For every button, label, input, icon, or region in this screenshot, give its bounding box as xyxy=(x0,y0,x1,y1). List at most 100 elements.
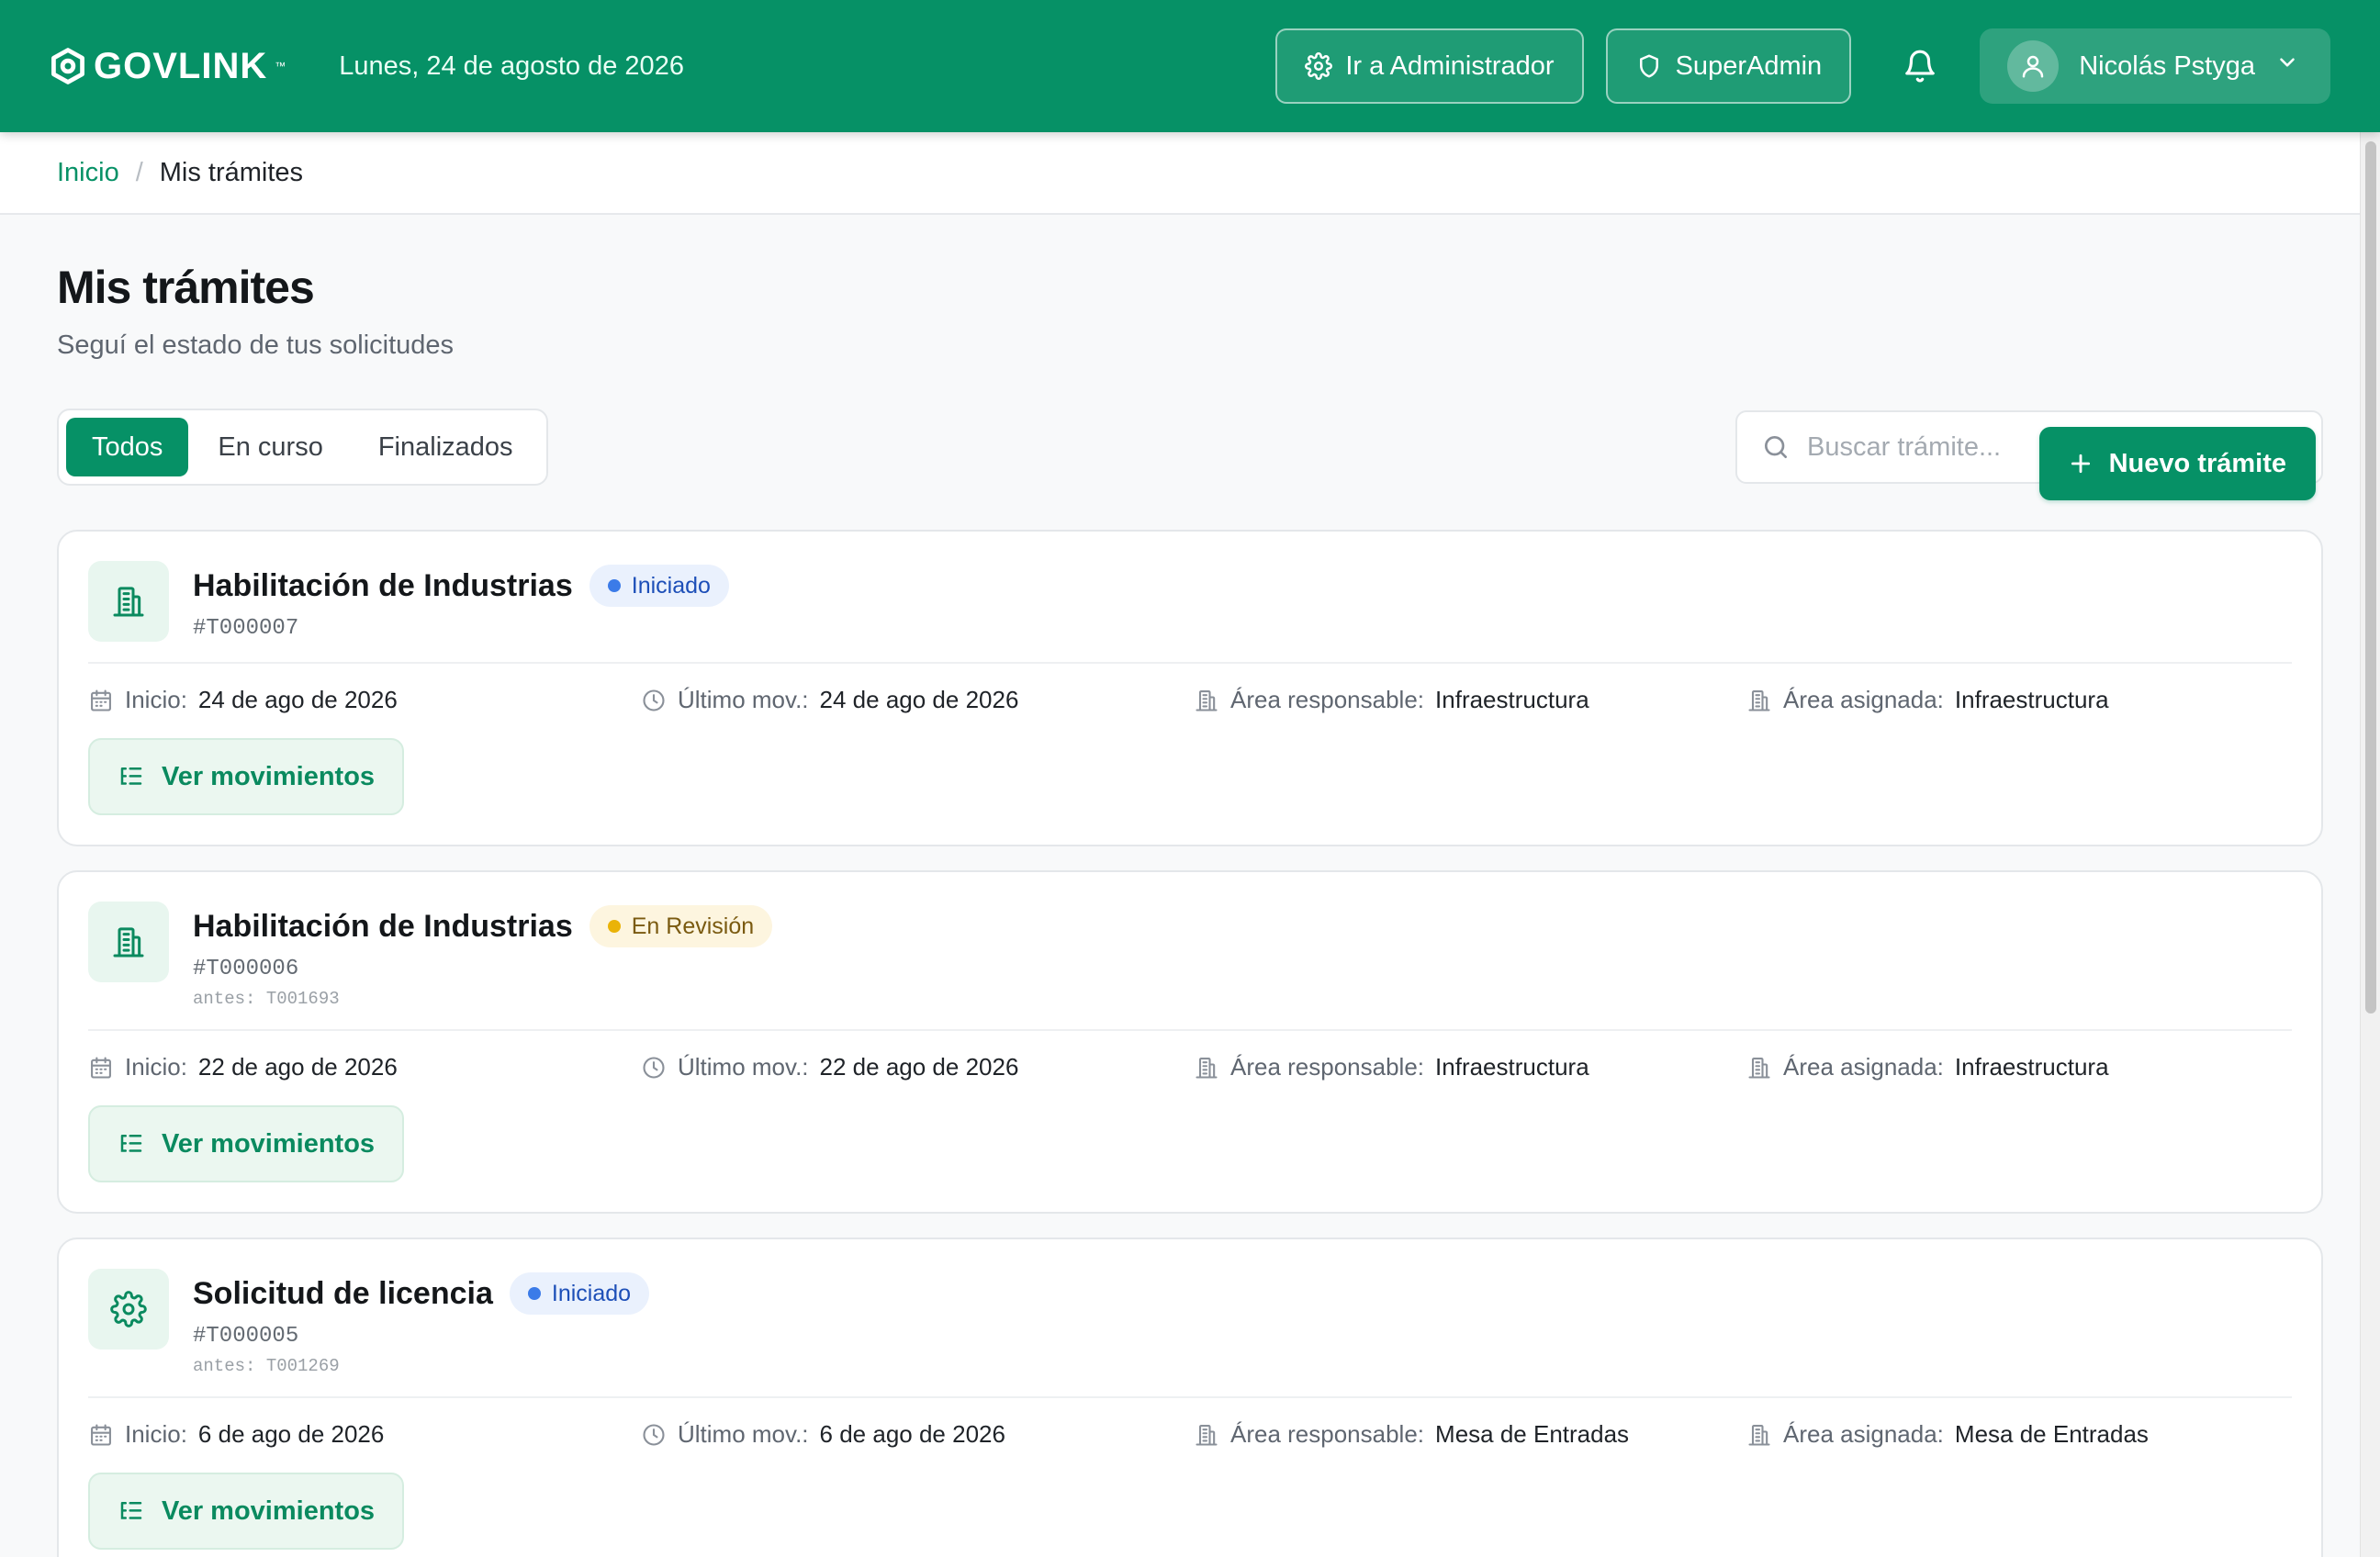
superadmin-button[interactable]: SuperAdmin xyxy=(1605,28,1852,104)
meta-inicio: Inicio: 22 de ago de 2026 xyxy=(88,1053,641,1081)
breadcrumb-current: Mis trámites xyxy=(159,157,304,187)
ver-movimientos-label: Ver movimientos xyxy=(161,1495,376,1526)
filter-bar: Todos En curso Finalizados xyxy=(57,409,2323,486)
meta-inicio-value: 22 de ago de 2026 xyxy=(197,1053,398,1081)
tramite-title[interactable]: Habilitación de Industrias xyxy=(193,568,573,604)
calendar-icon xyxy=(91,689,111,711)
meta-inicio-label: Inicio: xyxy=(125,686,187,713)
clock-icon xyxy=(643,1056,665,1079)
ver-movimientos-button[interactable]: Ver movimientos xyxy=(88,1105,404,1182)
breadcrumb-separator: / xyxy=(135,157,143,187)
hexagon-logo-icon xyxy=(51,48,84,84)
page-scrollbar[interactable] xyxy=(2360,132,2380,1557)
status-tabs: Todos En curso Finalizados xyxy=(57,409,548,486)
meta-area-responsable-label: Área responsable: xyxy=(1230,1420,1425,1448)
brand-name: GOVLINK xyxy=(94,45,268,86)
meta-inicio-label: Inicio: xyxy=(125,1053,187,1081)
calendar-icon xyxy=(91,1056,111,1079)
ver-movimientos-button[interactable]: Ver movimientos xyxy=(88,738,404,815)
meta-inicio: Inicio: 6 de ago de 2026 xyxy=(88,1420,641,1449)
meta-area-asignada-label: Área asignada: xyxy=(1783,1420,1944,1448)
meta-area-responsable: Área responsable: Infraestructura xyxy=(1194,1053,1746,1081)
new-tramite-label: Nuevo trámite xyxy=(2108,448,2286,478)
user-menu[interactable]: Nicolás Pstyga xyxy=(1980,28,2330,104)
status-dot xyxy=(607,920,621,933)
building-icon xyxy=(88,902,169,982)
building-icon xyxy=(1748,1057,1770,1079)
search-icon xyxy=(1765,436,1787,458)
building-icon xyxy=(1196,1057,1218,1079)
meta-ultimo-value: 24 de ago de 2026 xyxy=(819,686,1019,713)
brand-trademark: ™ xyxy=(275,60,286,73)
meta-inicio: Inicio: 24 de ago de 2026 xyxy=(88,686,641,714)
tramite-code: #T000006 xyxy=(193,957,299,981)
bell-icon xyxy=(1905,50,1936,83)
tab-en-curso[interactable]: En curso xyxy=(192,418,348,476)
current-date: Lunes, 24 de agosto de 2026 xyxy=(339,50,684,81)
status-badge: En Revisión xyxy=(589,905,773,947)
status-label: En Revisión xyxy=(631,913,755,939)
page-title: Mis trámites xyxy=(57,262,315,313)
meta-area-responsable-label: Área responsable: xyxy=(1230,1053,1425,1081)
page-subtitle: Seguí el estado de tus solicitudes xyxy=(57,330,455,360)
meta-ultimo: Último mov.: 6 de ago de 2026 xyxy=(641,1420,1194,1449)
tramite-title[interactable]: Habilitación de Industrias xyxy=(193,909,573,945)
user-icon xyxy=(2022,55,2044,78)
meta-ultimo-label: Último mov.: xyxy=(678,686,809,713)
meta-ultimo: Último mov.: 24 de ago de 2026 xyxy=(641,686,1194,714)
breadcrumb: Inicio / Mis trámites xyxy=(0,132,2380,215)
tramite-meta: Inicio: 6 de ago de 2026 Último mov.: 6 … xyxy=(88,1420,2292,1449)
status-badge: Iniciado xyxy=(589,565,729,607)
building-icon xyxy=(1196,1424,1218,1446)
meta-ultimo-value: 22 de ago de 2026 xyxy=(819,1053,1019,1081)
shield-icon xyxy=(1639,54,1658,78)
meta-ultimo-label: Último mov.: xyxy=(678,1053,809,1081)
go-to-admin-button[interactable]: Ir a Administrador xyxy=(1275,28,1584,104)
status-badge: Iniciado xyxy=(509,1272,650,1315)
tramite-title[interactable]: Solicitud de licencia xyxy=(193,1276,493,1312)
card-divider xyxy=(88,1029,2292,1031)
brand-logo[interactable]: GOVLINK ™ xyxy=(48,46,286,87)
tramite-card: Solicitud de licencia Iniciado #T000005 … xyxy=(57,1238,2323,1557)
gear-icon xyxy=(88,1269,169,1350)
tramite-meta: Inicio: 24 de ago de 2026 Último mov.: 2… xyxy=(88,686,2292,714)
meta-inicio-label: Inicio: xyxy=(125,1420,187,1448)
list-tree-icon xyxy=(120,1135,142,1152)
scrollbar-thumb[interactable] xyxy=(2365,141,2376,1014)
meta-area-responsable-value: Mesa de Entradas xyxy=(1435,1420,1630,1448)
status-label: Iniciado xyxy=(631,572,711,599)
chevron-down-icon xyxy=(2275,50,2299,82)
ver-movimientos-button[interactable]: Ver movimientos xyxy=(88,1473,404,1550)
meta-ultimo-label: Último mov.: xyxy=(678,1420,809,1448)
building-icon xyxy=(1748,689,1770,711)
building-icon xyxy=(1196,689,1218,711)
user-name: Nicolás Pstyga xyxy=(2079,50,2255,81)
meta-ultimo-value: 6 de ago de 2026 xyxy=(819,1420,1005,1448)
superadmin-label: SuperAdmin xyxy=(1675,50,1823,81)
breadcrumb-home-link[interactable]: Inicio xyxy=(57,158,119,188)
tramite-code: #T000007 xyxy=(193,616,299,641)
meta-ultimo: Último mov.: 22 de ago de 2026 xyxy=(641,1053,1194,1081)
meta-area-responsable-value: Infraestructura xyxy=(1435,686,1589,713)
list-tree-icon xyxy=(120,1502,142,1519)
ver-movimientos-label: Ver movimientos xyxy=(161,1128,376,1159)
calendar-icon xyxy=(91,1423,111,1446)
notifications-button[interactable] xyxy=(1882,28,1958,104)
tab-todos[interactable]: Todos xyxy=(66,418,189,476)
meta-area-responsable-label: Área responsable: xyxy=(1230,686,1425,713)
tramite-card: Habilitación de Industrias Iniciado #T00… xyxy=(57,530,2323,846)
tramite-meta: Inicio: 22 de ago de 2026 Último mov.: 2… xyxy=(88,1053,2292,1081)
meta-area-asignada-value: Infraestructura xyxy=(1954,686,2109,713)
new-tramite-button[interactable]: Nuevo trámite xyxy=(2038,427,2316,500)
building-icon xyxy=(1748,1424,1770,1446)
status-dot xyxy=(527,1287,541,1300)
tramite-previous-code: antes: T001269 xyxy=(193,1356,340,1376)
ver-movimientos-label: Ver movimientos xyxy=(161,761,376,791)
meta-area-asignada: Área asignada: Infraestructura xyxy=(1746,1053,2299,1081)
tab-finalizados[interactable]: Finalizados xyxy=(353,418,539,476)
status-label: Iniciado xyxy=(551,1280,632,1306)
meta-area-responsable-value: Infraestructura xyxy=(1435,1053,1589,1081)
tramite-code: #T000005 xyxy=(193,1324,299,1349)
meta-inicio-value: 24 de ago de 2026 xyxy=(197,686,398,713)
meta-inicio-value: 6 de ago de 2026 xyxy=(197,1420,385,1448)
